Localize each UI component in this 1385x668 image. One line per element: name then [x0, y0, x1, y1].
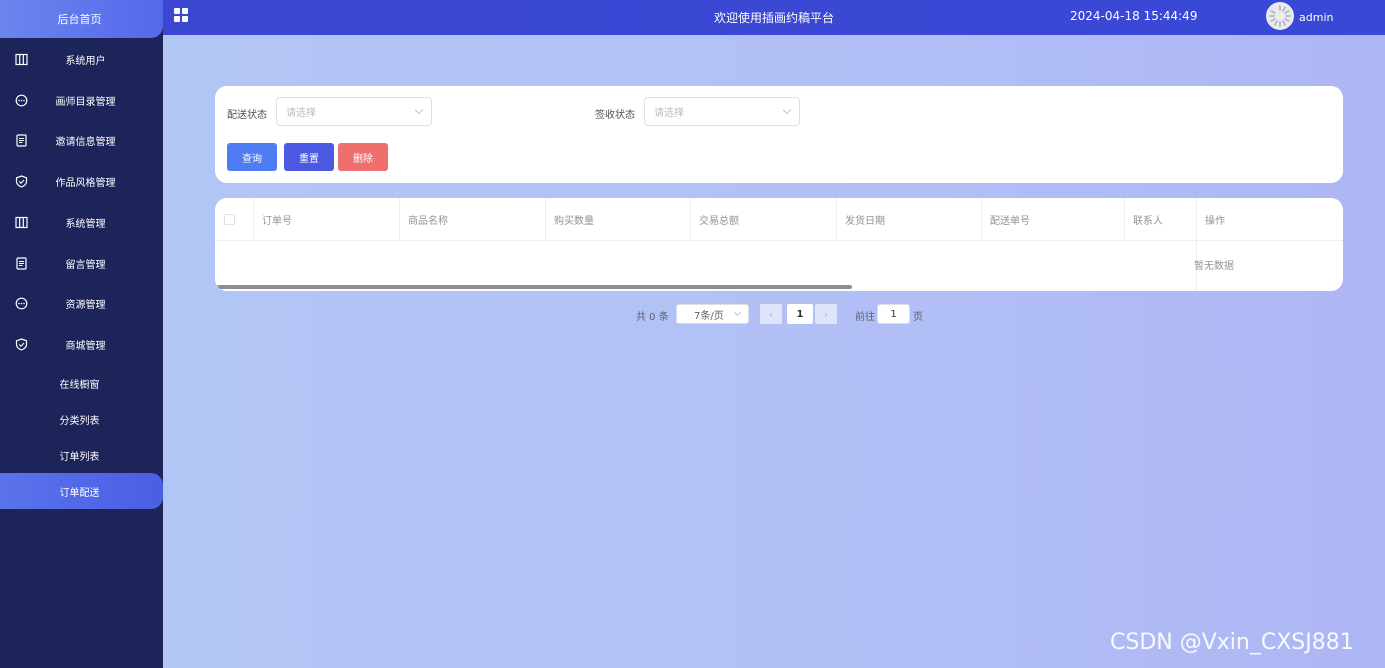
sidebar-item-label: 系统管理 [65, 218, 106, 230]
sidebar-subitem-category-list[interactable]: 分类列表 [0, 401, 163, 437]
table-header: 订单号 商品名称 购买数量 交易总额 发货日期 配送单号 联系人 操作 [215, 198, 1343, 241]
sidebar-subitem-label: 订单配送 [59, 487, 100, 499]
orders-table: 订单号 商品名称 购买数量 交易总额 发货日期 配送单号 联系人 操作 暂无数据 [215, 198, 1343, 291]
sidebar-subitem-label: 订单列表 [59, 451, 100, 463]
page-size-select[interactable]: 7条/页 [676, 304, 749, 324]
horizontal-scrollbar[interactable] [217, 285, 852, 289]
sidebar: 后台首页 系统用户 画师目录管理 邀请信息管理 作品风格管理 系统管理 留言管理… [0, 0, 163, 668]
column-header-order-no[interactable]: 订单号 [254, 198, 400, 241]
select-placeholder: 请选择 [654, 108, 684, 119]
chevron-down-icon [782, 105, 792, 115]
reset-button[interactable]: 重置 [284, 143, 334, 171]
sidebar-item-system-management[interactable]: 系统管理 [0, 202, 163, 242]
chevron-down-icon [414, 105, 424, 115]
sidebar-item-mall-management[interactable]: 商城管理 [0, 324, 163, 364]
prev-page-button[interactable]: ‹ [760, 304, 782, 324]
sidebar-item-label: 资源管理 [65, 299, 106, 311]
sidebar-item-invitation-info[interactable]: 邀请信息管理 [0, 120, 163, 160]
page-size-value: 7条/页 [694, 310, 724, 322]
sidebar-item-label: 留言管理 [65, 259, 106, 271]
delivery-status-select[interactable]: 请选择 [276, 97, 432, 126]
sidebar-item-home[interactable]: 后台首页 [0, 0, 163, 38]
column-header-product-name[interactable]: 商品名称 [400, 198, 546, 241]
sidebar-item-system-users[interactable]: 系统用户 [0, 39, 163, 79]
select-all-cell [215, 198, 254, 241]
column-header-total-amount[interactable]: 交易总额 [691, 198, 837, 241]
sign-status-label: 签收状态 [595, 110, 635, 121]
sidebar-item-label: 商城管理 [65, 340, 106, 352]
watermark-text: CSDN @Vxin_CXSJ881 [1110, 630, 1354, 655]
sidebar-item-label: 画师目录管理 [55, 96, 116, 108]
header-title: 欢迎使用插画约稿平台 [713, 11, 834, 25]
avatar[interactable] [1266, 2, 1294, 30]
select-all-checkbox[interactable] [224, 214, 235, 225]
column-header-delivery-no[interactable]: 配送单号 [982, 198, 1125, 241]
main-content: 配送状态 请选择 签收状态 请选择 查询 重置 删除 订单号 商品名称 购买数量… [163, 35, 1385, 668]
sidebar-item-resource-management[interactable]: 资源管理 [0, 283, 163, 323]
query-button[interactable]: 查询 [227, 143, 277, 171]
sidebar-subitem-online-showcase[interactable]: 在线橱窗 [0, 365, 163, 401]
sign-status-select[interactable]: 请选择 [644, 97, 800, 126]
goto-page-input[interactable]: 1 [877, 304, 910, 324]
sidebar-item-label: 后台首页 [57, 13, 102, 26]
chevron-down-icon [733, 308, 742, 317]
chevron-left-icon: ‹ [768, 307, 774, 321]
column-header-actions: 操作 [1205, 216, 1225, 227]
sidebar-item-artist-directory[interactable]: 画师目录管理 [0, 80, 163, 120]
sidebar-item-artwork-style[interactable]: 作品风格管理 [0, 161, 163, 201]
chevron-right-icon: › [823, 307, 829, 321]
sidebar-subitem-order-list[interactable]: 订单列表 [0, 437, 163, 473]
sidebar-item-label: 邀请信息管理 [55, 136, 116, 148]
column-header-ship-date[interactable]: 发货日期 [837, 198, 982, 241]
top-header: 欢迎使用插画约稿平台 2024-04-18 15:44:49 admin [163, 0, 1385, 35]
sidebar-subitem-order-delivery[interactable]: 订单配送 [0, 473, 163, 509]
next-page-button[interactable]: › [815, 304, 837, 324]
sidebar-item-label: 作品风格管理 [55, 177, 116, 189]
sidebar-subitem-label: 在线橱窗 [59, 379, 100, 391]
delete-button[interactable]: 删除 [338, 143, 388, 171]
page-number-current[interactable]: 1 [787, 304, 813, 324]
sidebar-item-message-management[interactable]: 留言管理 [0, 243, 163, 283]
search-form: 配送状态 请选择 签收状态 请选择 查询 重置 删除 [215, 86, 1343, 183]
header-username[interactable]: admin [1299, 11, 1333, 24]
page-suffix-label: 页 [913, 312, 923, 323]
select-placeholder: 请选择 [286, 108, 316, 119]
empty-table-text: 暂无数据 [1194, 261, 1234, 272]
goto-label: 前往 [855, 312, 875, 323]
sidebar-subitem-label: 分类列表 [59, 415, 100, 427]
header-clock: 2024-04-18 15:44:49 [1070, 9, 1198, 23]
pagination-total: 共 0 条 [636, 312, 669, 323]
column-header-quantity[interactable]: 购买数量 [546, 198, 691, 241]
sidebar-item-label: 系统用户 [65, 55, 106, 67]
delivery-status-label: 配送状态 [227, 110, 267, 121]
column-header-contact[interactable]: 联系人 [1125, 198, 1197, 241]
